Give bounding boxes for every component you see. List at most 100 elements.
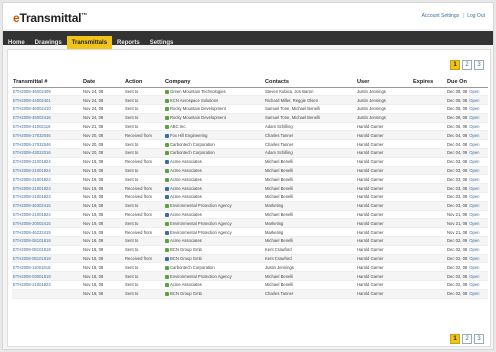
- open-link[interactable]: Open: [469, 150, 479, 155]
- page-2-button[interactable]: 2: [462, 334, 472, 344]
- links-separator: |: [462, 13, 464, 19]
- transmittal-number[interactable]: ETH2008-08101818: [12, 254, 82, 264]
- open-link[interactable]: Open: [469, 212, 479, 217]
- page-1-button[interactable]: 1: [450, 334, 460, 344]
- col-due-on[interactable]: Due On: [446, 78, 488, 88]
- tab-reports[interactable]: Reports: [112, 36, 145, 50]
- due-date: Dec 02, 08: [447, 291, 468, 297]
- open-link[interactable]: Open: [469, 124, 479, 129]
- open-link[interactable]: Open: [469, 194, 479, 199]
- col-expires[interactable]: Expires: [412, 78, 446, 88]
- table-row[interactable]: ETH2008-41002116 Nov 21, 08 Sent to ABC Inc…: [12, 122, 488, 132]
- company-cell: Acme Associates: [164, 183, 264, 194]
- page-3-button[interactable]: 3: [474, 60, 484, 70]
- tab-transmittals[interactable]: Transmittals: [66, 36, 113, 50]
- open-link[interactable]: Open: [469, 133, 479, 138]
- open-link[interactable]: Open: [469, 265, 479, 270]
- table-row[interactable]: ETH2008-21001824 Nov 19, 08 Received from A…: [12, 157, 488, 167]
- table-row[interactable]: ETH2008-46222415 Nov 19, 08 Received from E…: [12, 227, 488, 238]
- transmittal-number[interactable]: ETH2008-21001824: [12, 183, 82, 194]
- table-row[interactable]: ETH2008-17032046 Nov 20, 08 Sent to Carbont…: [12, 139, 488, 150]
- transmittal-number[interactable]: ETH2008-08101818: [12, 245, 82, 255]
- col-contacts[interactable]: Contacts: [264, 78, 356, 88]
- open-link[interactable]: Open: [469, 238, 479, 243]
- open-link[interactable]: Open: [469, 247, 479, 252]
- open-link[interactable]: Open: [469, 203, 479, 208]
- table-row[interactable]: ETH2008-11001818 Nov 18, 08 Sent to Carbont…: [12, 262, 488, 273]
- tab-settings[interactable]: Settings: [145, 36, 179, 50]
- table-row[interactable]: Nov 18, 08 Sent to BCN Group Gmb Charles Ta…: [12, 289, 488, 299]
- table-row[interactable]: ETH2008-21001824 Nov 19, 08 Received from A…: [12, 192, 488, 202]
- log-out-link[interactable]: Log Out: [467, 13, 485, 19]
- table-row[interactable]: ETH2008-43022016 Nov 20, 08 Sent to Carbont…: [12, 148, 488, 158]
- table-row[interactable]: ETH2008-03001818 Nov 18, 08 Sent to Environ…: [12, 271, 488, 282]
- table-row[interactable]: ETH2008-21001824 Nov 19, 08 Received from A…: [12, 183, 488, 194]
- transmittal-number[interactable]: ETH2008-03001818: [12, 271, 82, 282]
- table-row[interactable]: ETH2008-44002401 Nov 24, 08 Sent to KCN Aer…: [12, 95, 488, 106]
- open-link[interactable]: Open: [469, 274, 479, 279]
- app-logo[interactable]: eTransmittal™: [13, 11, 87, 25]
- open-link[interactable]: Open: [469, 106, 479, 111]
- transmittal-number[interactable]: ETH2008-46302415: [12, 201, 82, 211]
- open-link[interactable]: Open: [469, 256, 479, 261]
- table-row[interactable]: ETH2008-21001824 Nov 18, 08 Sent to Acme As…: [12, 280, 488, 290]
- transmittal-number[interactable]: ETH2008-11001818: [12, 262, 82, 273]
- table-row[interactable]: ETH2008-21001824 Nov 19, 08 Sent to Acme As…: [12, 174, 488, 185]
- col-action[interactable]: Action: [124, 78, 164, 88]
- open-link[interactable]: Open: [469, 89, 479, 94]
- table-row[interactable]: ETH2008-21001824 Nov 19, 08 Sent to Acme As…: [12, 166, 488, 176]
- col-user[interactable]: User: [356, 78, 412, 88]
- transmittal-number[interactable]: ETH2008-46002409: [12, 87, 82, 97]
- transmittal-number[interactable]: ETH2008-21001824: [12, 192, 82, 202]
- table-row[interactable]: ETH2008-17032046 Nov 20, 08 Received from F…: [12, 130, 488, 141]
- transmittal-number[interactable]: ETH2008-46002410: [12, 104, 82, 114]
- open-link[interactable]: Open: [469, 230, 479, 235]
- contacts-cell: Michael Benelli: [264, 192, 356, 202]
- transmittal-number[interactable]: ETH2008-17032046: [12, 139, 82, 150]
- col-company[interactable]: Company: [164, 78, 264, 88]
- table-row[interactable]: ETH2008-21001824 Nov 19, 08 Received from A…: [12, 210, 488, 220]
- tab-home[interactable]: Home: [3, 36, 30, 50]
- open-link[interactable]: Open: [469, 168, 479, 173]
- transmittal-number[interactable]: ETH2008-46222415: [12, 227, 82, 238]
- transmittal-number[interactable]: ETH2008-21001824: [12, 280, 82, 290]
- tab-drawings[interactable]: Drawings: [30, 36, 67, 50]
- open-link[interactable]: Open: [469, 282, 479, 287]
- transmittal-number[interactable]: ETH2008-21001824: [12, 166, 82, 176]
- table-row[interactable]: ETH2008-20002415 Nov 19, 08 Sent to Environ…: [12, 218, 488, 229]
- table-row[interactable]: ETH2008-46002410 Nov 24, 08 Sent to Rocky M…: [12, 104, 488, 114]
- transmittal-number[interactable]: ETH2008-43022016: [12, 148, 82, 158]
- table-row[interactable]: ETH2008-45002416 Nov 24, 08 Sent to Rocky M…: [12, 113, 488, 123]
- open-link[interactable]: Open: [469, 98, 479, 103]
- transmittal-number[interactable]: ETH2008-41002116: [12, 122, 82, 132]
- transmittal-number[interactable]: ETH2008-21001824: [12, 210, 82, 220]
- transmittal-number[interactable]: ETH2008-08101818: [12, 236, 82, 246]
- open-link[interactable]: Open: [469, 159, 479, 164]
- transmittal-number[interactable]: ETH2008-17032046: [12, 130, 82, 141]
- open-link[interactable]: Open: [469, 142, 479, 147]
- open-link[interactable]: Open: [469, 186, 479, 191]
- account-settings-link[interactable]: Account Settings: [422, 13, 460, 19]
- transmittal-number[interactable]: ETH2008-20002415: [12, 218, 82, 229]
- open-link[interactable]: Open: [469, 291, 479, 296]
- open-link[interactable]: Open: [469, 177, 479, 182]
- table-row[interactable]: ETH2008-08101818 Nov 18, 08 Received from B…: [12, 254, 488, 264]
- transmittal-number[interactable]: ETH2008-21001824: [12, 157, 82, 167]
- transmittal-number[interactable]: ETH2008-45002416: [12, 113, 82, 123]
- transmittal-number[interactable]: [12, 289, 82, 299]
- table-row[interactable]: ETH2008-46002409 Nov 24, 08 Sent to Green M…: [12, 87, 488, 97]
- col-transmittal[interactable]: Transmittal #: [12, 78, 82, 88]
- open-link[interactable]: Open: [469, 115, 479, 120]
- open-link[interactable]: Open: [469, 221, 479, 226]
- due-date: Dec 04, 08: [447, 132, 468, 138]
- page-1-button[interactable]: 1: [450, 60, 460, 70]
- transmittal-number[interactable]: ETH2008-21001824: [12, 174, 82, 185]
- table-row[interactable]: ETH2008-08101818 Nov 18, 08 Sent to BCN Gro…: [12, 245, 488, 255]
- company-name: ABC Inc.: [170, 124, 187, 130]
- page-2-button[interactable]: 2: [462, 60, 472, 70]
- col-date[interactable]: Date: [82, 78, 124, 88]
- page-3-button[interactable]: 3: [474, 334, 484, 344]
- table-row[interactable]: ETH2008-08101818 Nov 18, 08 Sent to Acme As…: [12, 236, 488, 246]
- table-row[interactable]: ETH2008-46302415 Nov 19, 08 Sent to Environ…: [12, 201, 488, 211]
- transmittal-number[interactable]: ETH2008-44002401: [12, 95, 82, 106]
